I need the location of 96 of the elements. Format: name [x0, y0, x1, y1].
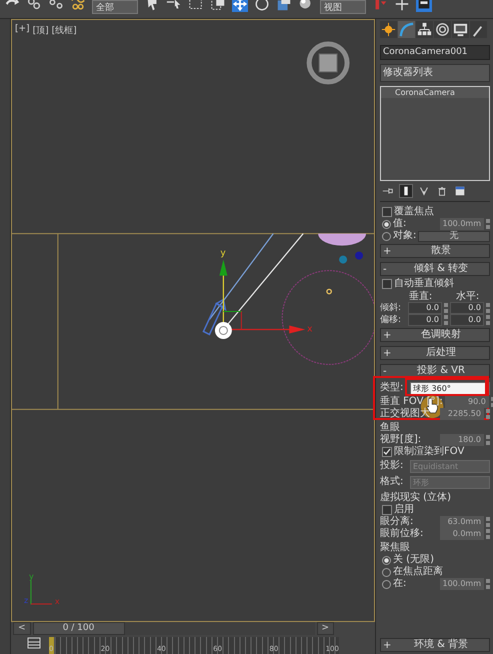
radio-button[interactable]	[382, 580, 391, 588]
next-frame-button[interactable]: >	[316, 622, 334, 635]
dropdown[interactable]: 球形 360°	[410, 382, 490, 394]
number-field[interactable]: 0.0	[408, 302, 442, 314]
display-tab[interactable]	[452, 20, 469, 38]
unique-icon[interactable]	[418, 185, 430, 197]
time-thumb[interactable]	[49, 637, 54, 654]
motion-tab[interactable]	[434, 20, 451, 38]
radio-button[interactable]	[382, 556, 391, 564]
field-label: 倾斜:	[380, 302, 402, 314]
checkbox-label: 启用	[394, 504, 414, 516]
checkbox[interactable]	[382, 447, 392, 457]
target-marker	[326, 288, 332, 294]
previous-frame-button[interactable]: <	[13, 622, 31, 635]
radio-label: 关 (无限)	[393, 554, 434, 566]
rollout-header[interactable]: + 后处理	[380, 346, 490, 360]
field-label: 正交视图大	[380, 408, 431, 420]
object-name-field[interactable]: CoronaCamera001	[380, 45, 490, 60]
number-field[interactable]: 0.0	[450, 302, 484, 314]
radio-label: 在:	[393, 578, 408, 590]
toolbar-dropdown[interactable]: 视图	[320, 0, 366, 14]
radio-label: 在焦点距离	[393, 566, 443, 578]
viewport-label[interactable]: [顶]	[32, 24, 49, 37]
checkbox[interactable]	[382, 207, 392, 217]
modifier-list-dropdown[interactable]: 修改器列表	[380, 64, 490, 82]
radio-label: 对象:	[393, 230, 416, 242]
column-label: 垂直:	[408, 290, 432, 303]
field-label: 眼前位移:	[380, 528, 424, 540]
checkbox[interactable]	[382, 505, 392, 515]
viewport[interactable]: [+] [顶] [线框] y x y z x	[11, 19, 375, 622]
number-field[interactable]: 0.0	[450, 314, 484, 326]
rollout-header[interactable]: - 倾斜 & 转变	[380, 262, 490, 276]
dot-marker	[339, 256, 348, 264]
checkbox-label: 覆盖焦点	[394, 206, 434, 218]
viewcube-drawing[interactable]	[306, 41, 350, 84]
hierarchy-tab[interactable]	[416, 20, 433, 38]
checkbox-label: 自动垂直倾斜	[394, 278, 454, 290]
spinner-icon[interactable]	[486, 579, 490, 589]
number-field[interactable]: 100.0mm	[440, 218, 484, 230]
field-label: 偏移:	[380, 314, 402, 326]
time-slider-thumb[interactable]: 0 / 100	[32, 622, 125, 635]
axis-label: y	[220, 248, 226, 259]
snap-icon[interactable]	[394, 0, 410, 12]
radio-button[interactable]	[382, 220, 391, 228]
number-field[interactable]: 100.0mm	[440, 578, 484, 590]
viewport-label[interactable]: [线框]	[52, 24, 77, 37]
number-field[interactable]: 0.0	[408, 314, 442, 326]
group-title: 虚拟现实 (立体)	[380, 492, 451, 504]
dot-marker	[355, 252, 364, 260]
curve-editor-icon[interactable]	[27, 637, 41, 649]
time-slider-track[interactable]: 0 / 100	[32, 622, 315, 635]
radio-button[interactable]	[382, 232, 391, 240]
end-result-icon[interactable]	[400, 185, 412, 197]
configure-icon[interactable]	[454, 185, 466, 197]
camera-icon	[202, 298, 226, 336]
sphere-wireframe	[318, 234, 366, 246]
pick-object-button[interactable]: 无	[418, 230, 490, 242]
move-icon[interactable]	[232, 0, 248, 12]
axis-label: x	[54, 597, 60, 606]
field-label: 类型:	[380, 382, 404, 394]
keyboard-icon[interactable]	[416, 0, 432, 12]
axis-label: z	[24, 596, 28, 606]
transform-gizmo[interactable]	[219, 260, 306, 334]
modify-tab[interactable]	[398, 20, 415, 38]
group-title: 鱼眼	[380, 422, 400, 434]
stack-item[interactable]: CoronaCamera	[381, 87, 489, 98]
rollout-header[interactable]: + 色调映射	[380, 328, 490, 342]
checkbox-label: 限制渲染到FOV	[394, 446, 464, 458]
viewport-label[interactable]: [+]	[15, 24, 30, 37]
create-tab[interactable]	[380, 20, 397, 38]
link-icon[interactable]	[26, 0, 42, 12]
axis-label: x	[307, 324, 312, 334]
field-label: 格式:	[380, 476, 404, 488]
field-label: 眼分离:	[380, 516, 414, 528]
radio-label: 值:	[393, 218, 408, 230]
toolbar-dropdown[interactable]: 全部	[92, 0, 138, 14]
target-icon	[214, 322, 232, 339]
column-label: 水平:	[456, 290, 480, 303]
bind-icon[interactable]	[70, 0, 86, 12]
group-title: 聚焦眼	[380, 542, 410, 554]
utilities-tab[interactable]	[470, 20, 487, 38]
crossing-icon[interactable]	[210, 0, 226, 12]
spinner-icon[interactable]	[486, 435, 490, 445]
field-label: 投影:	[380, 460, 404, 472]
rotate-icon[interactable]	[254, 0, 270, 12]
radio-button[interactable]	[382, 568, 391, 576]
rollout-header[interactable]: + 散景	[380, 244, 490, 258]
rollout-header[interactable]: + 环境 & 背景	[380, 638, 490, 652]
axis-tripod	[30, 580, 52, 605]
spinner-icon[interactable]	[486, 219, 490, 229]
checkbox[interactable]	[382, 279, 392, 289]
remove-icon[interactable]	[436, 185, 448, 197]
region-icon[interactable]	[188, 0, 204, 12]
field-label: 视野[度]:	[380, 434, 422, 446]
axis-label: y	[28, 572, 34, 582]
scale-icon[interactable]	[276, 0, 292, 12]
